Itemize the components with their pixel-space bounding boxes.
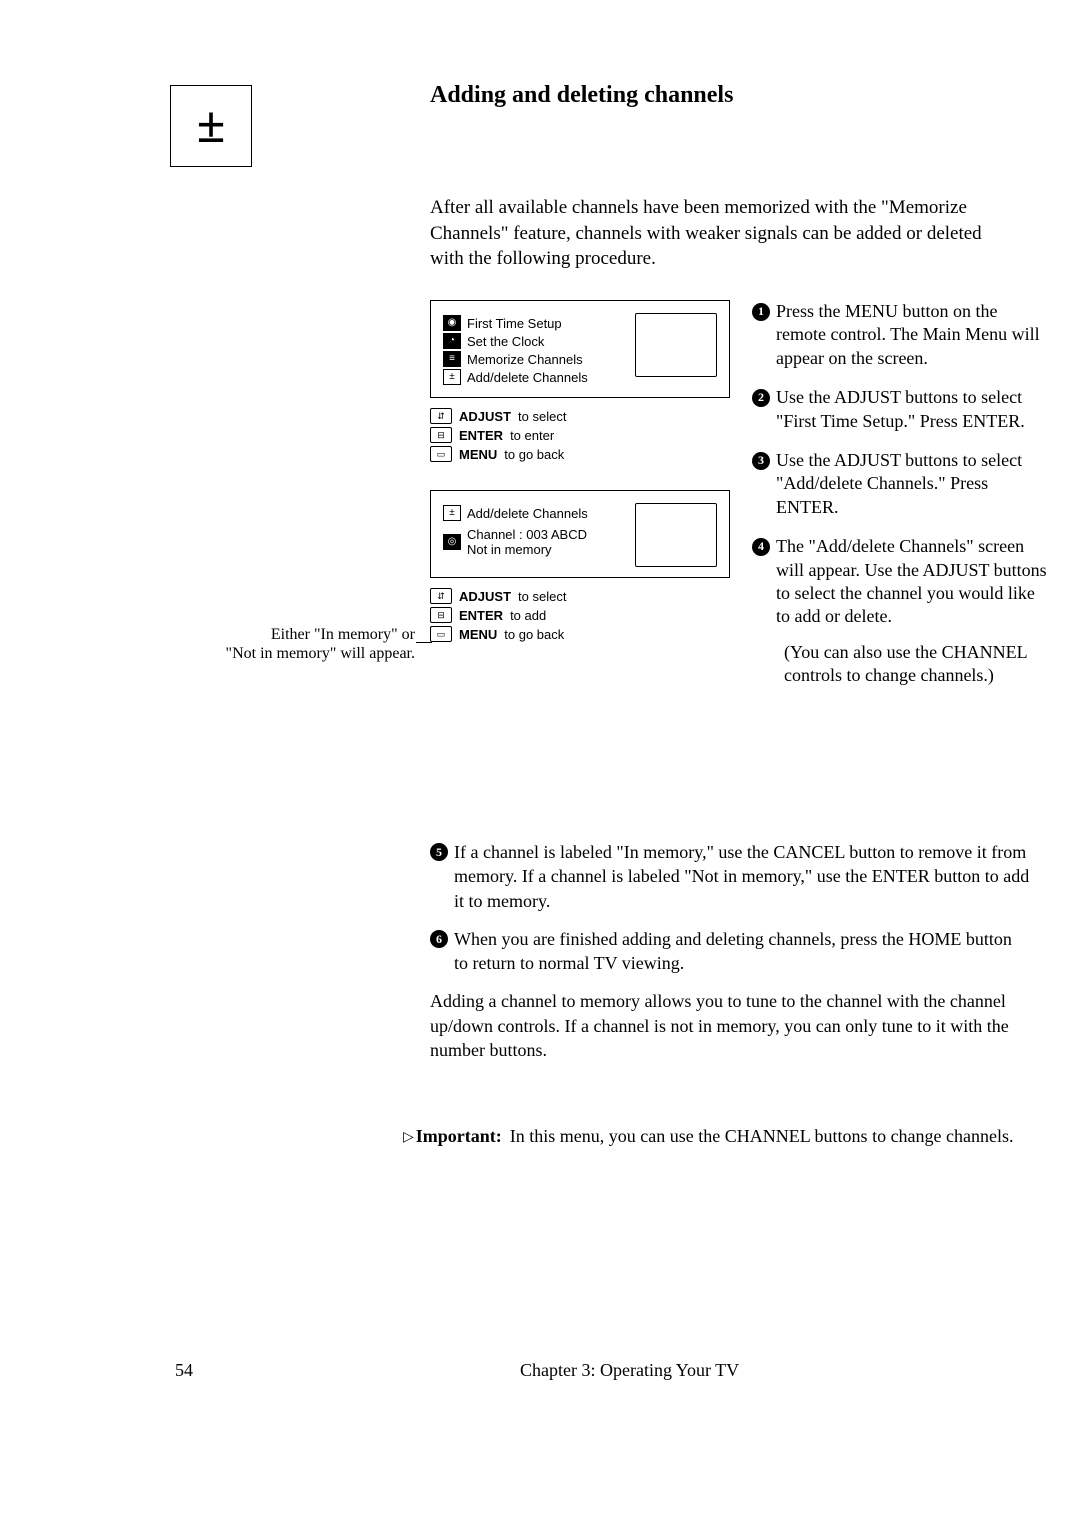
- clock-icon: ◔: [443, 333, 461, 349]
- hint-label: ENTER: [459, 608, 503, 623]
- menu-item-label: Set the Clock: [467, 334, 544, 349]
- tv-thumbnail-icon: [635, 313, 717, 377]
- hint-label: ADJUST: [459, 409, 511, 424]
- important-note: ▷Important: In this menu, you can use th…: [403, 1125, 1033, 1148]
- step-number-icon: 6: [430, 930, 448, 948]
- step-2: 2 Use the ADJUST buttons to select "Firs…: [752, 386, 1047, 433]
- circle-dot-icon: ◉: [443, 315, 461, 331]
- adjust-icon: ⇵: [430, 408, 452, 424]
- step-number-icon: 1: [752, 303, 770, 321]
- step-3: 3 Use the ADJUST buttons to select "Add/…: [752, 449, 1047, 519]
- step-text: Use the ADJUST buttons to select "Add/de…: [776, 449, 1047, 519]
- hint-text: to go back: [504, 447, 564, 462]
- enter-icon: ⊟: [430, 607, 452, 623]
- hint-text: to select: [518, 409, 566, 424]
- hint-text: to add: [510, 608, 546, 623]
- hint-text: to select: [518, 589, 566, 604]
- chapter-footer: Chapter 3: Operating Your TV: [520, 1360, 739, 1381]
- step-text: Press the MENU button on the remote cont…: [776, 300, 1047, 370]
- callout-line: "Not in memory" will appear.: [226, 645, 415, 662]
- hint-text: to go back: [504, 627, 564, 642]
- menu-item-first-time-setup: ◉ First Time Setup: [443, 315, 627, 331]
- step-1: 1 Press the MENU button on the remote co…: [752, 300, 1047, 370]
- step-number-icon: 3: [752, 452, 770, 470]
- hint-label: MENU: [459, 627, 497, 642]
- callout-line: Either "In memory" or: [271, 626, 415, 643]
- menu-item-label: First Time Setup: [467, 316, 562, 331]
- intro-paragraph: After all available channels have been m…: [430, 195, 1020, 272]
- channel-info-row: ◎ Channel : 003 ABCD Not in memory: [443, 527, 627, 557]
- menu-item-label: Memorize Channels: [467, 352, 583, 367]
- figure-column: ◉ First Time Setup ◔ Set the Clock ≡ Mem…: [430, 300, 730, 670]
- menu-item-label: Add/delete Channels: [467, 370, 588, 385]
- closing-paragraph: Adding a channel to memory allows you to…: [430, 989, 1030, 1062]
- callout-leader-line: [416, 642, 432, 643]
- hint-label: ADJUST: [459, 589, 511, 604]
- step-text: Use the ADJUST buttons to select "First …: [776, 386, 1047, 433]
- step-number-icon: 5: [430, 843, 448, 861]
- page-title: Adding and deleting channels: [430, 82, 733, 109]
- menu-icon: ▭: [430, 626, 452, 642]
- adjust-icon: ⇵: [430, 588, 452, 604]
- menu-item-memorize-channels: ≡ Memorize Channels: [443, 351, 627, 367]
- step-text: If a channel is labeled "In memory," use…: [454, 840, 1030, 913]
- hint-label: MENU: [459, 447, 497, 462]
- menu-item-add-delete-channels: ± Add/delete Channels: [443, 369, 627, 385]
- hint-label: ENTER: [459, 428, 503, 443]
- callout-label: Either "In memory" or "Not in memory" wi…: [115, 625, 415, 663]
- hints-block-2: ⇵ ADJUST to select ⊟ ENTER to add ▭ MENU…: [430, 588, 730, 642]
- channel-line: Channel : 003 ABCD: [467, 527, 587, 542]
- panel-title: Add/delete Channels: [467, 506, 588, 521]
- hint-text: to enter: [510, 428, 554, 443]
- hints-block-1: ⇵ ADJUST to select ⊟ ENTER to enter ▭ ME…: [430, 408, 730, 462]
- step-subtext: (You can also use the CHANNEL controls t…: [776, 641, 1047, 688]
- enter-icon: ⊟: [430, 427, 452, 443]
- important-label: Important:: [416, 1126, 502, 1146]
- step-5: 5 If a channel is labeled "In memory," u…: [430, 840, 1030, 913]
- bottom-steps: 5 If a channel is labeled "In memory," u…: [430, 840, 1030, 1062]
- step-number-icon: 2: [752, 389, 770, 407]
- step-4: 4 The "Add/delete Channels" screen will …: [752, 535, 1047, 687]
- page-number: 54: [175, 1360, 193, 1381]
- plus-minus-icon: ±: [170, 85, 252, 167]
- step-text: The "Add/delete Channels" screen will ap…: [776, 536, 1047, 626]
- step-number-icon: 4: [752, 538, 770, 556]
- step-text: When you are finished adding and deletin…: [454, 927, 1030, 976]
- triangle-icon: ▷: [403, 1130, 414, 1145]
- list-icon: ≡: [443, 351, 461, 367]
- steps-column: 1 Press the MENU button on the remote co…: [752, 300, 1047, 703]
- add-delete-figure: ± Add/delete Channels ◎ Channel : 003 AB…: [430, 490, 730, 578]
- tv-thumbnail-icon: [635, 503, 717, 567]
- main-menu-figure: ◉ First Time Setup ◔ Set the Clock ≡ Mem…: [430, 300, 730, 398]
- memory-state-line: Not in memory: [467, 542, 552, 557]
- plus-minus-icon: ±: [443, 505, 461, 521]
- menu-item-set-clock: ◔ Set the Clock: [443, 333, 627, 349]
- plus-minus-icon: ±: [443, 369, 461, 385]
- menu-icon: ▭: [430, 446, 452, 462]
- important-text: In this menu, you can use the CHANNEL bu…: [510, 1125, 1014, 1148]
- step-6: 6 When you are finished adding and delet…: [430, 927, 1030, 976]
- eye-icon: ◎: [443, 534, 461, 550]
